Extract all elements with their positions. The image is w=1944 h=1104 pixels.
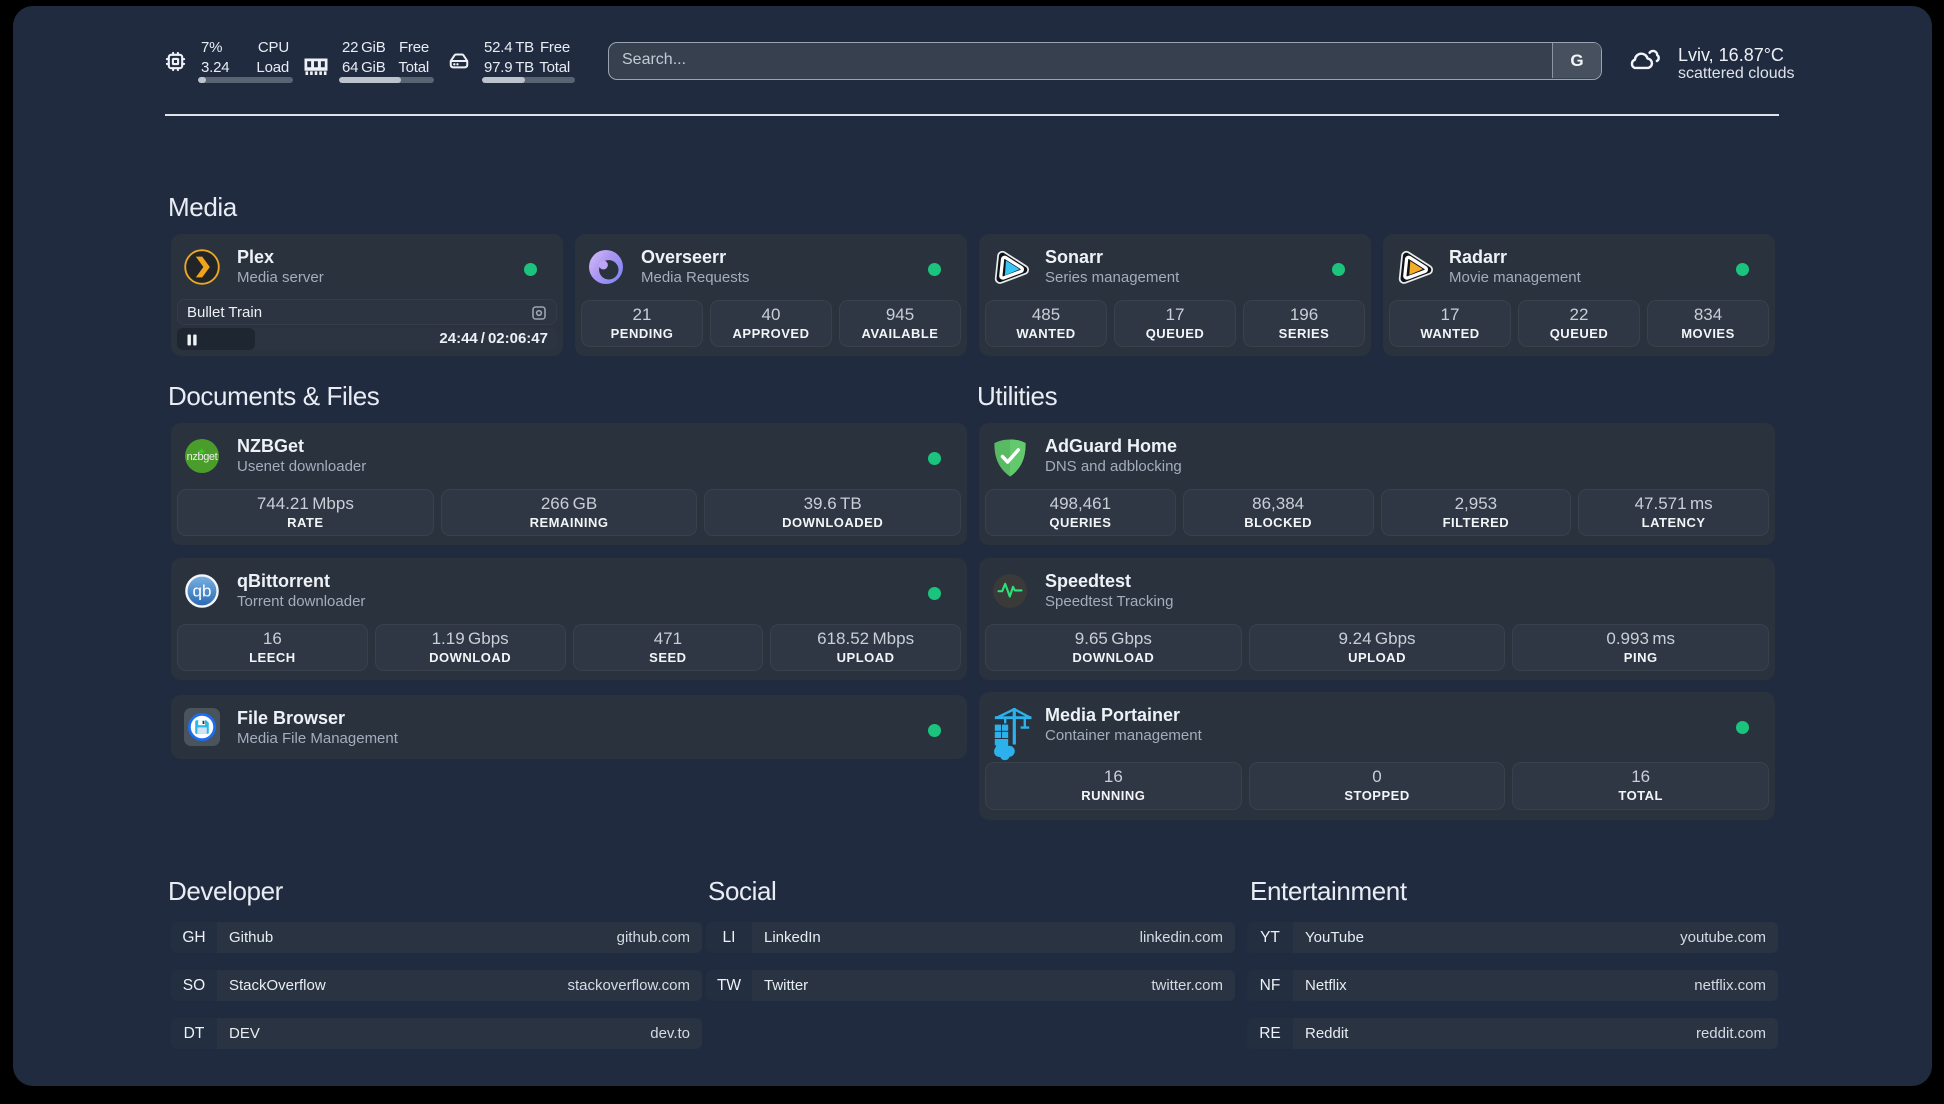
svg-text:nzbget: nzbget (187, 451, 218, 463)
svg-text:qb: qb (193, 582, 212, 601)
